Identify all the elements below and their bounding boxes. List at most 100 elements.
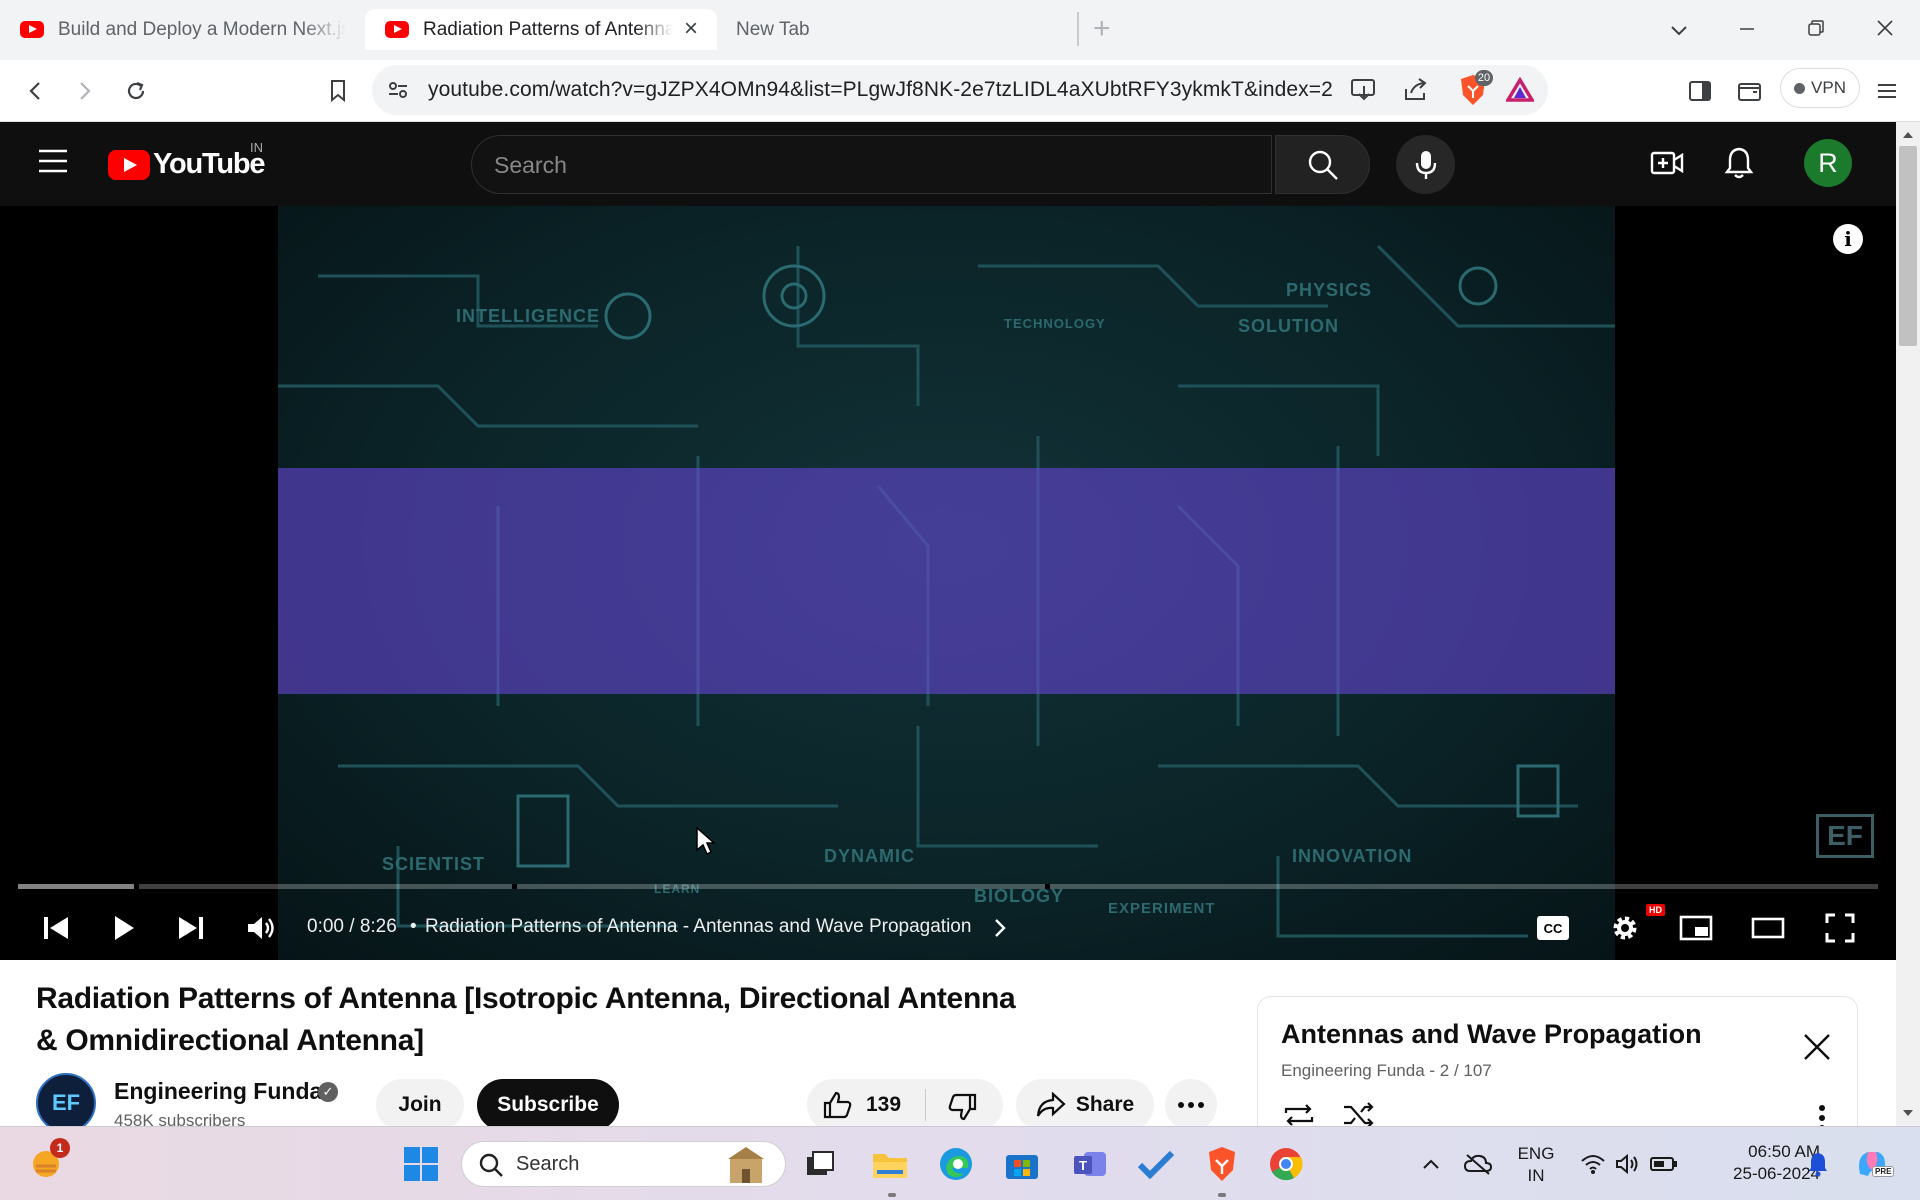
- battery-icon[interactable]: [1644, 1144, 1684, 1184]
- tab-search-chevron-icon[interactable]: [1656, 10, 1702, 50]
- restore-window-icon[interactable]: [1793, 10, 1839, 50]
- miniplayer-icon[interactable]: [1674, 906, 1718, 950]
- tab-build-and-deploy[interactable]: Build and Deploy a Modern Next.js 1: [0, 9, 360, 50]
- sidebar-toggle-icon[interactable]: [1682, 73, 1718, 109]
- scroll-down-arrow-icon: [1903, 1110, 1913, 1116]
- url-text: youtube.com/watch?v=gJZPX4OMn94&list=PLg…: [428, 78, 1333, 101]
- like-count[interactable]: 139: [866, 1093, 901, 1117]
- channel-avatar[interactable]: EF: [36, 1073, 96, 1133]
- tab-radiation-patterns[interactable]: Radiation Patterns of Antenna [I ×: [365, 9, 717, 50]
- site-settings-icon[interactable]: [386, 78, 410, 107]
- volume-icon[interactable]: [240, 906, 284, 950]
- video-info-icon[interactable]: i: [1833, 224, 1863, 254]
- svg-text:T: T: [1079, 1158, 1087, 1173]
- tab-new-tab[interactable]: New Tab: [718, 9, 1058, 50]
- playlist-meta[interactable]: Engineering Funda - 2 / 107: [1281, 1061, 1492, 1081]
- next-video-icon[interactable]: [169, 906, 213, 950]
- windows-start-icon[interactable]: [401, 1144, 441, 1184]
- chapter-chevron-icon[interactable]: [978, 906, 1022, 950]
- input-language[interactable]: ENG IN: [1508, 1143, 1564, 1187]
- browser-menu-icon[interactable]: [1869, 73, 1905, 109]
- reload-icon[interactable]: [118, 73, 154, 109]
- create-video-icon[interactable]: [1650, 147, 1684, 184]
- playlist-title[interactable]: Antennas and Wave Propagation: [1281, 1019, 1702, 1050]
- word-physics: PHYSICS: [1286, 280, 1373, 300]
- wifi-icon[interactable]: [1573, 1144, 1613, 1184]
- address-bar[interactable]: youtube.com/watch?v=gJZPX4OMn94&list=PLg…: [372, 65, 1548, 115]
- theater-mode-icon[interactable]: [1746, 906, 1790, 950]
- vpn-label: VPN: [1811, 78, 1846, 97]
- notifications-bell-icon[interactable]: [1724, 146, 1754, 185]
- subscribe-button[interactable]: Subscribe: [477, 1079, 619, 1131]
- previous-video-icon[interactable]: [34, 906, 78, 950]
- more-actions-button[interactable]: [1165, 1079, 1217, 1131]
- close-window-icon[interactable]: [1862, 10, 1908, 50]
- new-tab-plus-icon[interactable]: +: [1093, 14, 1111, 44]
- video-player[interactable]: INTELLIGENCE TECHNOLOGY PHYSICS SOLUTION…: [0, 206, 1896, 960]
- task-view-icon[interactable]: [800, 1144, 840, 1184]
- brave-rewards-icon[interactable]: [1504, 76, 1536, 108]
- scrollbar-thumb[interactable]: [1899, 146, 1917, 346]
- close-tab-icon[interactable]: ×: [679, 16, 703, 42]
- word-innovation: INNOVATION: [1292, 846, 1413, 866]
- page-scrollbar[interactable]: [1896, 122, 1920, 1126]
- vpn-button[interactable]: VPN: [1780, 68, 1860, 108]
- video-frame: INTELLIGENCE TECHNOLOGY PHYSICS SOLUTION…: [278, 206, 1615, 960]
- chapter-marker: [512, 884, 517, 889]
- guide-menu-icon[interactable]: [38, 148, 68, 179]
- back-arrow-icon[interactable]: [18, 73, 54, 109]
- fullscreen-icon[interactable]: [1818, 906, 1862, 950]
- tab-title: New Tab: [736, 18, 810, 40]
- player-controls: 0:00 / 8:26 • Radiation Patterns of Ante…: [0, 896, 1896, 960]
- language-line-2: IN: [1527, 1166, 1545, 1185]
- dislike-thumb-icon[interactable]: [947, 1093, 977, 1126]
- chapter-title[interactable]: Radiation Patterns of Antenna - Antennas…: [425, 916, 971, 938]
- account-avatar[interactable]: R: [1804, 139, 1852, 187]
- subtitles-cc-icon[interactable]: CC: [1531, 906, 1575, 950]
- speaker-volume-icon[interactable]: [1608, 1144, 1648, 1184]
- join-button[interactable]: Join: [376, 1079, 464, 1131]
- weather-notification-badge: 1: [50, 1138, 70, 1158]
- wallet-icon[interactable]: [1732, 73, 1768, 109]
- voice-search-button[interactable]: [1396, 135, 1455, 194]
- word-scientist: SCIENTIST: [382, 854, 486, 874]
- bookmark-icon[interactable]: [320, 73, 356, 109]
- brave-browser-icon[interactable]: [1202, 1144, 1242, 1184]
- youtube-logo[interactable]: YouTube IN: [108, 140, 266, 181]
- todo-checkmark-icon[interactable]: [1136, 1144, 1176, 1184]
- onedrive-offline-icon[interactable]: [1458, 1144, 1498, 1184]
- edge-browser-icon[interactable]: [936, 1144, 976, 1184]
- like-divider: [925, 1089, 926, 1121]
- play-button-icon[interactable]: [102, 906, 146, 950]
- notifications-bell-icon[interactable]: [1798, 1144, 1838, 1184]
- file-explorer-icon[interactable]: [870, 1144, 910, 1184]
- forward-arrow-icon[interactable]: [66, 73, 102, 109]
- brave-shields-icon[interactable]: 20: [1457, 70, 1493, 112]
- channel-name[interactable]: Engineering Funda: [114, 1078, 322, 1105]
- word-solution: SOLUTION: [1238, 316, 1339, 336]
- verified-check-icon: ✓: [318, 1082, 338, 1102]
- show-hidden-icons-chevron[interactable]: [1411, 1144, 1451, 1184]
- channel-watermark[interactable]: EF: [1816, 814, 1874, 858]
- share-button[interactable]: Share: [1016, 1079, 1154, 1131]
- minimize-window-icon[interactable]: [1724, 10, 1770, 50]
- progress-bar[interactable]: [18, 884, 1878, 889]
- chrome-browser-icon[interactable]: [1266, 1144, 1306, 1184]
- search-input[interactable]: Search: [471, 135, 1272, 194]
- title-overlay-band: [278, 468, 1615, 694]
- taskbar-search-input[interactable]: Search: [461, 1141, 786, 1187]
- microphone-icon: [1415, 150, 1436, 179]
- microsoft-store-icon[interactable]: [1002, 1144, 1042, 1184]
- copilot-icon[interactable]: PRE: [1852, 1144, 1895, 1184]
- youtube-favicon-icon: [385, 21, 409, 38]
- search-button[interactable]: [1275, 135, 1370, 194]
- cast-install-icon[interactable]: [1350, 77, 1378, 108]
- teams-icon[interactable]: T: [1070, 1144, 1110, 1184]
- settings-gear-icon[interactable]: [1603, 906, 1647, 950]
- scroll-up-arrow-icon: [1903, 132, 1913, 138]
- share-arrow-icon: [1036, 1092, 1066, 1117]
- mouse-cursor-icon: [695, 826, 716, 861]
- share-page-icon[interactable]: [1402, 77, 1430, 108]
- close-playlist-icon[interactable]: [1803, 1033, 1831, 1066]
- like-thumb-icon[interactable]: [823, 1091, 853, 1124]
